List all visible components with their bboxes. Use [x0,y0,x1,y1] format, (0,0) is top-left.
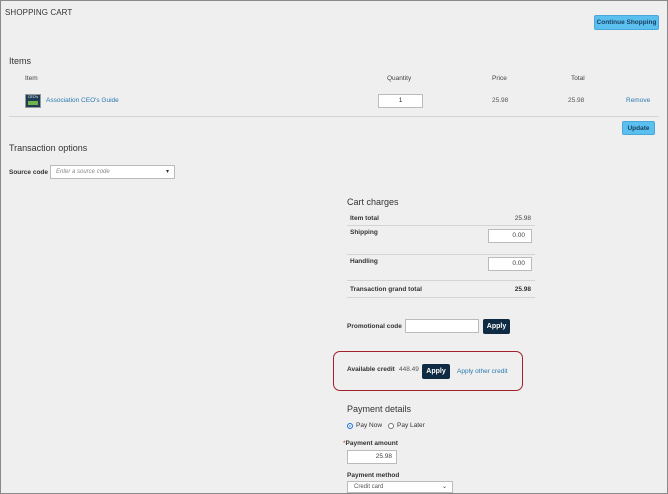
update-button[interactable]: Update [622,121,655,135]
thumbnail-art [28,101,38,105]
chevron-down-icon: ▾ [165,169,169,175]
charges-divider-2 [347,254,535,255]
payment-timing-options: Pay Now Pay Later [347,422,425,429]
grand-total-value: 25.98 [514,286,531,293]
payment-method-value: Credit card [354,484,384,490]
available-credit-amount: 448.49 [399,366,419,373]
table-row: CEO's Association CEO's Guide 1 25.98 25… [9,91,659,113]
row-price: 25.98 [492,97,509,104]
payment-amount-input[interactable]: 25.98 [347,450,397,464]
payment-amount-label: Payment amount [345,440,398,447]
pay-later-radio[interactable] [388,422,395,429]
charges-divider-1 [347,225,535,226]
transaction-heading: Transaction options [9,143,88,153]
charges-divider-4 [347,297,535,298]
handling-input[interactable]: 0.00 [488,257,532,271]
row-total: 25.98 [568,97,585,104]
items-heading: Items [9,56,32,66]
quantity-input[interactable]: 1 [378,94,423,108]
column-quantity: Quantity [387,75,412,82]
payment-details-heading: Payment details [347,404,412,414]
pay-later-label: Pay Later [397,422,425,429]
column-item: Item [25,75,38,82]
promo-code-input[interactable] [405,319,479,333]
source-code-select[interactable]: Enter a source code ▾ [50,165,175,179]
available-credit-label: Available credit [347,366,395,373]
continue-shopping-button[interactable]: Continue Shopping [594,15,659,30]
grand-total-label: Transaction grand total [350,286,422,293]
shopping-cart-page: SHOPPING CART Continue Shopping Items It… [0,0,668,494]
payment-method-select[interactable]: Credit card ⌄ [347,481,453,493]
remove-link[interactable]: Remove [626,97,650,104]
cart-charges-heading: Cart charges [347,197,399,207]
payment-amount-label-row: *Payment amount [343,440,398,447]
apply-other-credit-link[interactable]: Apply other credit [457,368,508,375]
product-name-link[interactable]: Association CEO's Guide [46,97,119,104]
payment-method-label: Payment method [347,472,400,479]
source-code-label: Source code [9,169,49,176]
charges-divider-3 [347,280,535,281]
column-total: Total [571,75,585,82]
pay-now-label: Pay Now [356,422,383,429]
items-divider [9,116,659,117]
item-total-label: Item total [350,215,379,222]
column-price: Price [492,75,507,82]
promo-apply-button[interactable]: Apply [483,319,510,334]
shipping-input[interactable]: 0.00 [488,229,532,243]
handling-label: Handling [350,258,378,265]
shipping-label: Shipping [350,229,378,236]
pay-now-radio[interactable] [347,422,353,429]
chevron-down-icon: ⌄ [441,484,447,490]
page-title: SHOPPING CART [5,8,73,17]
product-thumbnail[interactable]: CEO's [25,94,41,108]
thumbnail-text: CEO's [27,95,38,99]
source-code-placeholder: Enter a source code [56,169,110,175]
item-total-value: 25.98 [514,215,531,222]
credit-apply-button[interactable]: Apply [422,364,450,379]
promo-code-label: Promotional code [347,323,402,330]
